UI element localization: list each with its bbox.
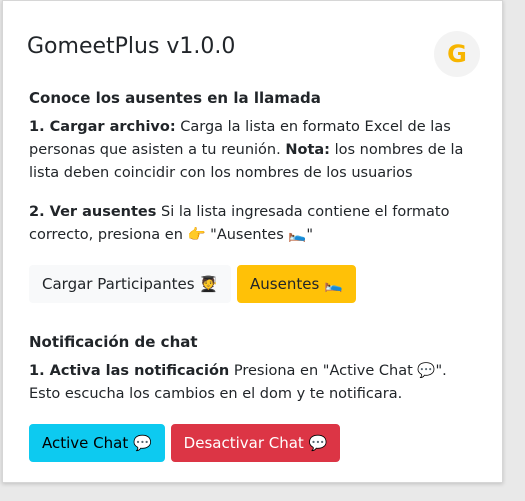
section-absentees: Conoce los ausentes en la llamada 1. Car… bbox=[29, 87, 481, 303]
app-title: GomeetPlus v1.0.0 bbox=[27, 34, 236, 59]
deactivate-chat-button[interactable]: Desactivar Chat 💬 bbox=[170, 424, 341, 462]
load-participants-button[interactable]: Cargar Participantes 🧑‍🎓 bbox=[29, 265, 232, 303]
section-chat-notification: Notificación de chat 1. Activa las notif… bbox=[29, 331, 481, 462]
absentees-button[interactable]: Ausentes 🛌 bbox=[237, 265, 356, 303]
absentees-button-row: Cargar Participantes 🧑‍🎓 Ausentes 🛌 bbox=[29, 265, 481, 303]
step-view-absentees: 2. Ver ausentes Si la lista ingresada co… bbox=[29, 201, 481, 247]
step-view-absentees-label: 2. Ver ausentes bbox=[29, 204, 157, 220]
logo-g-icon: G bbox=[447, 40, 467, 68]
active-chat-button[interactable]: Active Chat 💬 bbox=[29, 424, 165, 462]
step-load-file: 1. Cargar archivo: Carga la lista en for… bbox=[29, 116, 481, 185]
section-heading-chat: Notificación de chat bbox=[29, 333, 198, 351]
popup-content: Conoce los ausentes en la llamada 1. Car… bbox=[29, 87, 481, 462]
step-activate-label: 1. Activa las notificación bbox=[29, 363, 230, 379]
popup-header: GomeetPlus v1.0.0 G bbox=[27, 31, 480, 77]
app-logo: G bbox=[434, 31, 480, 77]
step-activate-notification: 1. Activa las notificación Presiona en "… bbox=[29, 360, 481, 406]
section-heading-absentees: Conoce los ausentes en la llamada bbox=[29, 89, 321, 107]
step-load-file-label: 1. Cargar archivo: bbox=[29, 119, 176, 135]
chat-button-row: Active Chat 💬 Desactivar Chat 💬 bbox=[29, 424, 481, 462]
note-label: Nota: bbox=[285, 142, 330, 158]
extension-popup: GomeetPlus v1.0.0 G Conoce los ausentes … bbox=[2, 0, 503, 483]
